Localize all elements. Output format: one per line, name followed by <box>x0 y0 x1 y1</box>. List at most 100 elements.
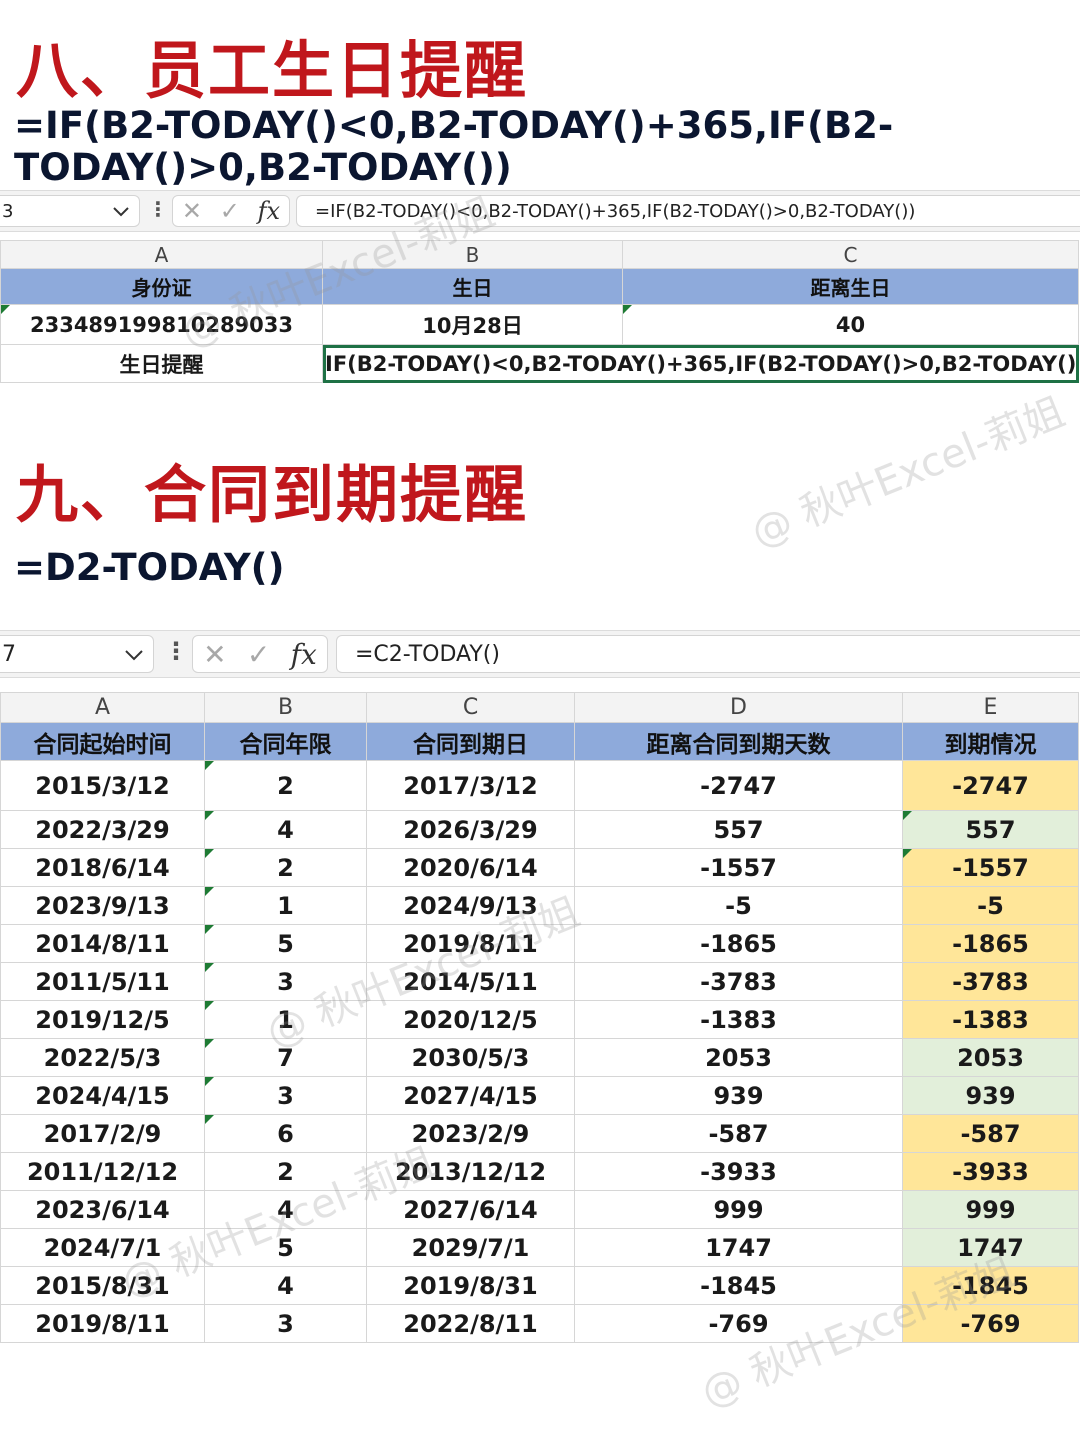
col-header-c[interactable]: C <box>622 240 1079 269</box>
more-options-icon[interactable]: ⋮ <box>148 197 168 221</box>
start-date-cell[interactable]: 2015/3/12 <box>0 760 205 811</box>
expiry-status-cell[interactable]: -3933 <box>902 1152 1079 1191</box>
days-to-expiry-cell[interactable]: -1383 <box>574 1000 903 1039</box>
term-years-cell[interactable]: 4 <box>204 810 367 849</box>
start-date-cell[interactable]: 2011/5/11 <box>0 962 205 1001</box>
section8-formula-input[interactable]: =IF(B2-TODAY()<0,B2-TODAY()+365,IF(B2-TO… <box>296 195 1080 227</box>
section9-name-box[interactable]: 7 <box>0 635 154 673</box>
header-cell[interactable]: 距离合同到期天数 <box>574 722 903 761</box>
start-date-cell[interactable]: 2023/9/13 <box>0 886 205 925</box>
expiry-status-cell[interactable]: 557 <box>902 810 1079 849</box>
header-cell[interactable]: 生日 <box>322 268 623 305</box>
col-header-a[interactable]: A <box>0 240 323 269</box>
insert-function-icon[interactable]: fx <box>291 638 317 671</box>
start-date-cell[interactable]: 2011/12/12 <box>0 1152 205 1191</box>
days-to-expiry-cell[interactable]: 999 <box>574 1190 903 1229</box>
confirm-icon[interactable]: ✓ <box>220 197 240 225</box>
expiry-status-cell[interactable]: -5 <box>902 886 1079 925</box>
start-date-cell[interactable]: 2022/5/3 <box>0 1038 205 1077</box>
expiry-status-cell[interactable]: -587 <box>902 1114 1079 1153</box>
expiry-status-cell[interactable]: -769 <box>902 1304 1079 1343</box>
days-to-expiry-cell[interactable]: -2747 <box>574 760 903 811</box>
term-years-cell[interactable]: 3 <box>204 1076 367 1115</box>
end-date-cell[interactable]: 2027/4/15 <box>366 1076 575 1115</box>
end-date-cell[interactable]: 2013/12/12 <box>366 1152 575 1191</box>
chevron-down-icon[interactable] <box>125 642 143 667</box>
col-header-b[interactable]: B <box>322 240 623 269</box>
term-years-cell[interactable]: 5 <box>204 1228 367 1267</box>
days-until-birthday-cell[interactable]: 40 <box>622 304 1079 345</box>
expiry-status-cell[interactable]: 999 <box>902 1190 1079 1229</box>
expiry-status-cell[interactable]: 2053 <box>902 1038 1079 1077</box>
term-years-cell[interactable]: 6 <box>204 1114 367 1153</box>
term-years-cell[interactable]: 2 <box>204 848 367 887</box>
end-date-cell[interactable]: 2022/8/11 <box>366 1304 575 1343</box>
term-years-cell[interactable]: 5 <box>204 924 367 963</box>
start-date-cell[interactable]: 2024/7/1 <box>0 1228 205 1267</box>
section9-formula-input[interactable]: =C2-TODAY() <box>336 635 1080 673</box>
start-date-cell[interactable]: 2017/2/9 <box>0 1114 205 1153</box>
term-years-cell[interactable]: 3 <box>204 1304 367 1343</box>
header-cell[interactable]: 距离生日 <box>622 268 1079 305</box>
start-date-cell[interactable]: 2019/12/5 <box>0 1000 205 1039</box>
days-to-expiry-cell[interactable]: 1747 <box>574 1228 903 1267</box>
term-years-cell[interactable]: 2 <box>204 1152 367 1191</box>
start-date-cell[interactable]: 2023/6/14 <box>0 1190 205 1229</box>
expiry-status-cell[interactable]: -1865 <box>902 924 1079 963</box>
days-to-expiry-cell[interactable]: 939 <box>574 1076 903 1115</box>
birthday-reminder-label[interactable]: 生日提醒 <box>0 344 323 383</box>
days-to-expiry-cell[interactable]: -3783 <box>574 962 903 1001</box>
start-date-cell[interactable]: 2014/8/11 <box>0 924 205 963</box>
days-to-expiry-cell[interactable]: -5 <box>574 886 903 925</box>
id-cell[interactable]: 233489199810289033 <box>0 304 323 345</box>
end-date-cell[interactable]: 2023/2/9 <box>366 1114 575 1153</box>
start-date-cell[interactable]: 2019/8/11 <box>0 1304 205 1343</box>
expiry-status-cell[interactable]: -3783 <box>902 962 1079 1001</box>
insert-function-icon[interactable]: fx <box>258 197 280 225</box>
days-to-expiry-cell[interactable]: -3933 <box>574 1152 903 1191</box>
col-header-d[interactable]: D <box>574 692 903 723</box>
term-years-cell[interactable]: 1 <box>204 886 367 925</box>
term-years-cell[interactable]: 3 <box>204 962 367 1001</box>
start-date-cell[interactable]: 2024/4/15 <box>0 1076 205 1115</box>
col-header-e[interactable]: E <box>902 692 1079 723</box>
term-years-cell[interactable]: 2 <box>204 760 367 811</box>
col-header-a[interactable]: A <box>0 692 205 723</box>
end-date-cell[interactable]: 2017/3/12 <box>366 760 575 811</box>
cancel-icon[interactable]: ✕ <box>203 638 226 671</box>
header-cell[interactable]: 合同年限 <box>204 722 367 761</box>
term-years-cell[interactable]: 7 <box>204 1038 367 1077</box>
end-date-cell[interactable]: 2026/3/29 <box>366 810 575 849</box>
end-date-cell[interactable]: 2024/9/13 <box>366 886 575 925</box>
days-to-expiry-cell[interactable]: 557 <box>574 810 903 849</box>
expiry-status-cell[interactable]: -1383 <box>902 1000 1079 1039</box>
start-date-cell[interactable]: 2018/6/14 <box>0 848 205 887</box>
days-to-expiry-cell[interactable]: -1557 <box>574 848 903 887</box>
end-date-cell[interactable]: 2030/5/3 <box>366 1038 575 1077</box>
header-cell[interactable]: 合同起始时间 <box>0 722 205 761</box>
expiry-status-cell[interactable]: 939 <box>902 1076 1079 1115</box>
term-years-cell[interactable]: 4 <box>204 1190 367 1229</box>
header-cell[interactable]: 身份证 <box>0 268 323 305</box>
cancel-icon[interactable]: ✕ <box>182 197 202 225</box>
editing-formula-cell[interactable]: IF(B2-TODAY()<0,B2-TODAY()+365,IF(B2-TOD… <box>322 344 1079 383</box>
start-date-cell[interactable]: 2022/3/29 <box>0 810 205 849</box>
confirm-icon[interactable]: ✓ <box>247 638 270 671</box>
header-cell[interactable]: 合同到期日 <box>366 722 575 761</box>
days-to-expiry-cell[interactable]: -1845 <box>574 1266 903 1305</box>
end-date-cell[interactable]: 2027/6/14 <box>366 1190 575 1229</box>
end-date-cell[interactable]: 2014/5/11 <box>366 962 575 1001</box>
term-years-cell[interactable]: 1 <box>204 1000 367 1039</box>
more-options-icon[interactable]: ⋮ <box>164 637 188 665</box>
birthday-cell[interactable]: 10月28日 <box>322 304 623 345</box>
section8-name-box[interactable]: 3 <box>0 195 140 227</box>
expiry-status-cell[interactable]: -2747 <box>902 760 1079 811</box>
expiry-status-cell[interactable]: 1747 <box>902 1228 1079 1267</box>
col-header-b[interactable]: B <box>204 692 367 723</box>
days-to-expiry-cell[interactable]: 2053 <box>574 1038 903 1077</box>
days-to-expiry-cell[interactable]: -769 <box>574 1304 903 1343</box>
col-header-c[interactable]: C <box>366 692 575 723</box>
end-date-cell[interactable]: 2029/7/1 <box>366 1228 575 1267</box>
end-date-cell[interactable]: 2019/8/11 <box>366 924 575 963</box>
days-to-expiry-cell[interactable]: -1865 <box>574 924 903 963</box>
